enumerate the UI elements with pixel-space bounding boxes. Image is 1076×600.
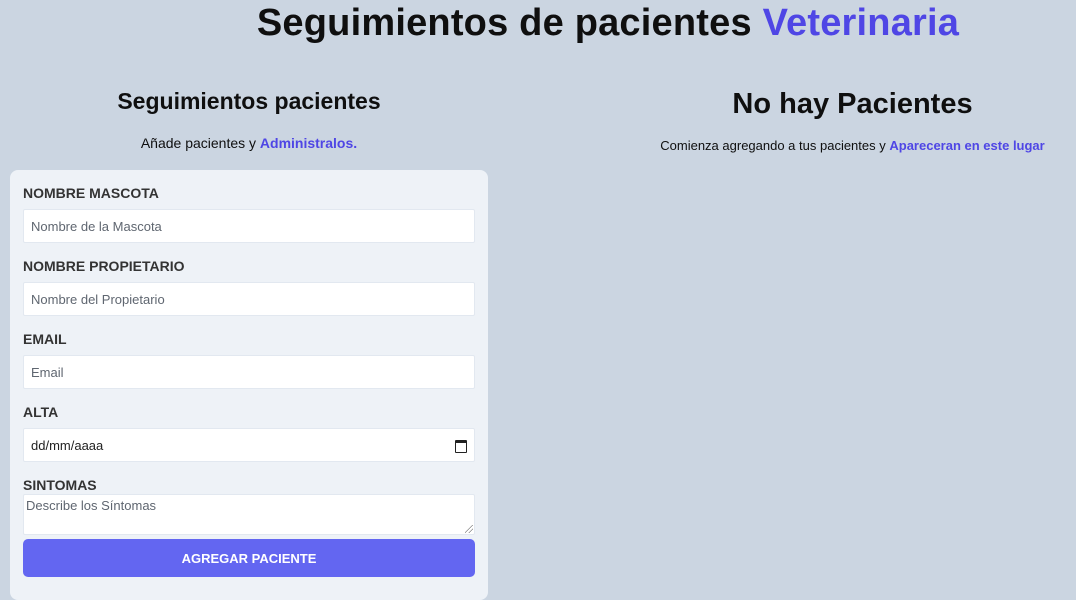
discharge-label: Alta [23,404,59,420]
page-title-accent: Veterinaria [762,2,960,44]
patient-form: Nombre Mascota Nombre de la Mascota Nomb… [10,170,488,600]
symptoms-group: Sintomas Describe los Síntomas [23,477,475,535]
form-section-subtitle: Añade pacientes y Administralos. [10,135,488,151]
form-subtitle-text: Añade pacientes y [140,135,257,151]
page-title: Seguimientos de pacientes Veterinaria [0,2,1076,45]
resize-handle-icon[interactable] [465,525,473,533]
discharge-group: Alta dd/mm/aaaa [23,404,475,462]
add-patient-button[interactable]: Agregar Paciente [23,539,475,577]
owner-name-label: Nombre Propietario [23,258,185,274]
owner-name-group: Nombre Propietario Nombre del Propietari… [23,258,475,316]
email-input[interactable]: Email [23,355,475,389]
pet-name-input[interactable]: Nombre de la Mascota [23,209,475,243]
owner-name-placeholder: Nombre del Propietario [31,291,165,307]
pet-name-label: Nombre Mascota [23,185,159,201]
page-title-text: Seguimientos de pacientes [256,2,752,44]
patients-subtitle-text: Comienza agregando a tus pacientes y [660,138,886,153]
symptoms-textarea[interactable]: Describe los Síntomas [23,494,475,535]
discharge-date-placeholder: dd/mm/aaaa [31,437,104,453]
discharge-date-input[interactable]: dd/mm/aaaa [23,428,475,462]
pet-name-group: Nombre Mascota Nombre de la Mascota [23,185,475,243]
patients-empty-title: No hay Pacientes [732,88,973,120]
symptoms-placeholder: Describe los Síntomas [26,498,157,513]
patients-subtitle-accent: Apareceran en este lugar [889,138,1045,153]
calendar-icon[interactable] [455,439,467,453]
owner-name-input[interactable]: Nombre del Propietario [23,282,475,316]
form-header: Seguimientos pacientes Añade pacientes y… [10,88,488,151]
email-label: Email [23,331,67,347]
pet-name-placeholder: Nombre de la Mascota [31,218,162,234]
email-group: Email Email [23,331,475,389]
patients-empty-subtitle: Comienza agregando a tus pacientes y Apa… [580,138,1076,153]
symptoms-label: Sintomas [23,477,97,493]
form-subtitle-accent: Administralos. [259,135,358,151]
form-section-title: Seguimientos pacientes [117,88,381,114]
email-placeholder: Email [31,364,64,380]
patients-panel: No hay Pacientes Comienza agregando a tu… [580,88,1076,153]
